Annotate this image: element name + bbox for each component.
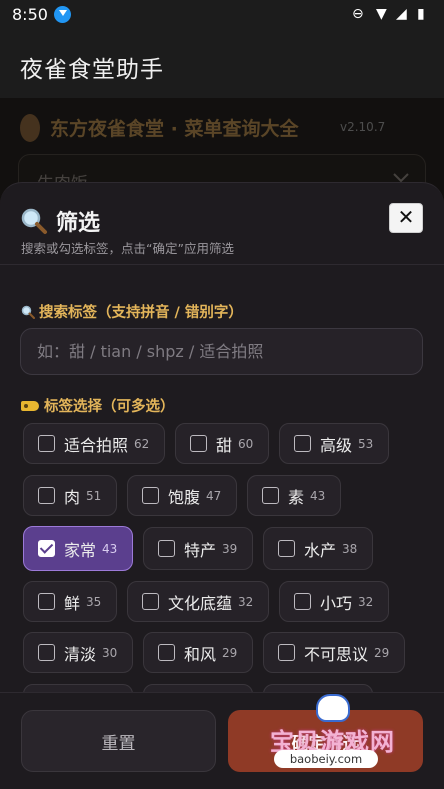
search-section-text: 搜索标签（支持拼音 / 错别字） (39, 305, 243, 321)
tag-chip[interactable]: 高级 53 (279, 423, 389, 464)
tag-name: 家常 (64, 540, 97, 560)
tag-chip[interactable]: 肉 51 (23, 475, 117, 516)
tag-count: 29 (374, 645, 390, 660)
tag-count: 43 (310, 488, 326, 503)
search-section-label: 搜索标签（支持拼音 / 错别字） (21, 301, 243, 322)
tag-name: 清淡 (64, 644, 97, 664)
tag-chip[interactable]: 水产 38 (263, 527, 373, 570)
sheet-footer: 重置 确定筛选 (0, 692, 444, 789)
sheet-header: 筛选 搜索或勾选标签，点击“确定”应用筛选 ✕ (0, 183, 444, 265)
tag-chip[interactable]: 饱腹 47 (127, 475, 237, 516)
tag-name: 不可思议 (304, 644, 369, 664)
tag-chip[interactable]: 和风 29 (143, 632, 253, 673)
sheet-subtitle: 搜索或勾选标签，点击“确定”应用筛选 (21, 241, 234, 256)
status-time: 8:50 (12, 5, 48, 24)
tag-name: 适合拍照 (64, 435, 129, 455)
tag-chip[interactable]: 甜 60 (175, 423, 269, 464)
tag-icon (21, 401, 39, 411)
tag-count: 62 (134, 436, 150, 451)
sheet-title: 筛选 (56, 211, 101, 236)
tag-count: 60 (238, 436, 254, 451)
checkbox[interactable] (142, 487, 159, 504)
tag-search-input[interactable] (20, 328, 423, 375)
checkbox[interactable] (38, 644, 55, 661)
checkbox[interactable] (38, 435, 55, 452)
tag-name: 文化底蕴 (168, 593, 233, 613)
tags-section-label: 标签选择（可多选） (21, 395, 175, 416)
status-bar: 8:50 ⊖ ▼ ◢ ▮ (0, 0, 444, 30)
close-icon: ✕ (397, 205, 415, 229)
reset-button[interactable]: 重置 (21, 710, 216, 772)
tag-name: 和风 (184, 644, 217, 664)
checkbox[interactable] (278, 644, 295, 661)
app-bar: 夜雀食堂助手 (0, 30, 444, 98)
tag-count: 39 (222, 541, 238, 556)
tag-count: 51 (86, 488, 102, 503)
checkbox-checked[interactable] (38, 540, 55, 557)
checkbox[interactable] (294, 593, 311, 610)
checkbox[interactable] (158, 540, 175, 557)
tag-count: 38 (342, 541, 358, 556)
tag-count: 47 (206, 488, 222, 503)
signal-icon: ◢ (396, 6, 407, 22)
tag-name: 水产 (304, 540, 337, 560)
tag-chip[interactable]: 特产 39 (143, 527, 253, 570)
tag-chip-selected[interactable]: 家常 43 (23, 526, 133, 571)
app-title: 夜雀食堂助手 (20, 57, 164, 83)
magnifier-icon (21, 305, 35, 319)
close-button[interactable]: ✕ (389, 203, 423, 233)
tags-section-text: 标签选择（可多选） (44, 399, 175, 415)
tag-chip[interactable]: 鲜 35 (23, 581, 117, 622)
checkbox[interactable] (278, 540, 295, 557)
tag-name: 素 (288, 487, 305, 507)
filter-sheet: 筛选 搜索或勾选标签，点击“确定”应用筛选 ✕ 搜索标签（支持拼音 / 错别字）… (0, 182, 444, 789)
tag-chip[interactable]: 清淡 30 (23, 632, 133, 673)
checkbox[interactable] (38, 593, 55, 610)
do-not-disturb-icon: ⊖ (352, 6, 364, 22)
checkbox[interactable] (262, 487, 279, 504)
checkbox[interactable] (158, 644, 175, 661)
tag-chip[interactable]: 适合拍照 62 (23, 423, 165, 464)
tag-name: 饱腹 (168, 487, 201, 507)
tag-chip[interactable]: 素 43 (247, 475, 341, 516)
tag-count: 32 (358, 594, 374, 609)
battery-icon: ▮ (417, 6, 425, 22)
magnifier-icon (20, 207, 48, 235)
wifi-icon: ▼ (376, 6, 387, 22)
tag-count: 43 (102, 541, 118, 556)
tag-count: 29 (222, 645, 238, 660)
checkbox[interactable] (294, 435, 311, 452)
tag-name: 特产 (184, 540, 217, 560)
tag-chip[interactable]: 文化底蕴 32 (127, 581, 269, 622)
tag-name: 高级 (320, 435, 353, 455)
confirm-filter-button[interactable]: 确定筛选 (228, 710, 423, 772)
tag-count: 32 (238, 594, 254, 609)
tag-chip[interactable]: 不可思议 29 (263, 632, 405, 673)
tag-count: 30 (102, 645, 118, 660)
tag-name: 小巧 (320, 593, 353, 613)
tag-count: 35 (86, 594, 102, 609)
tag-name: 甜 (216, 435, 233, 455)
checkbox[interactable] (38, 487, 55, 504)
download-icon (54, 6, 71, 23)
tag-chip[interactable]: 小巧 32 (279, 581, 389, 622)
tag-name: 肉 (64, 487, 81, 507)
checkbox[interactable] (190, 435, 207, 452)
tag-count: 53 (358, 436, 374, 451)
tag-name: 鲜 (64, 593, 81, 613)
checkbox[interactable] (142, 593, 159, 610)
